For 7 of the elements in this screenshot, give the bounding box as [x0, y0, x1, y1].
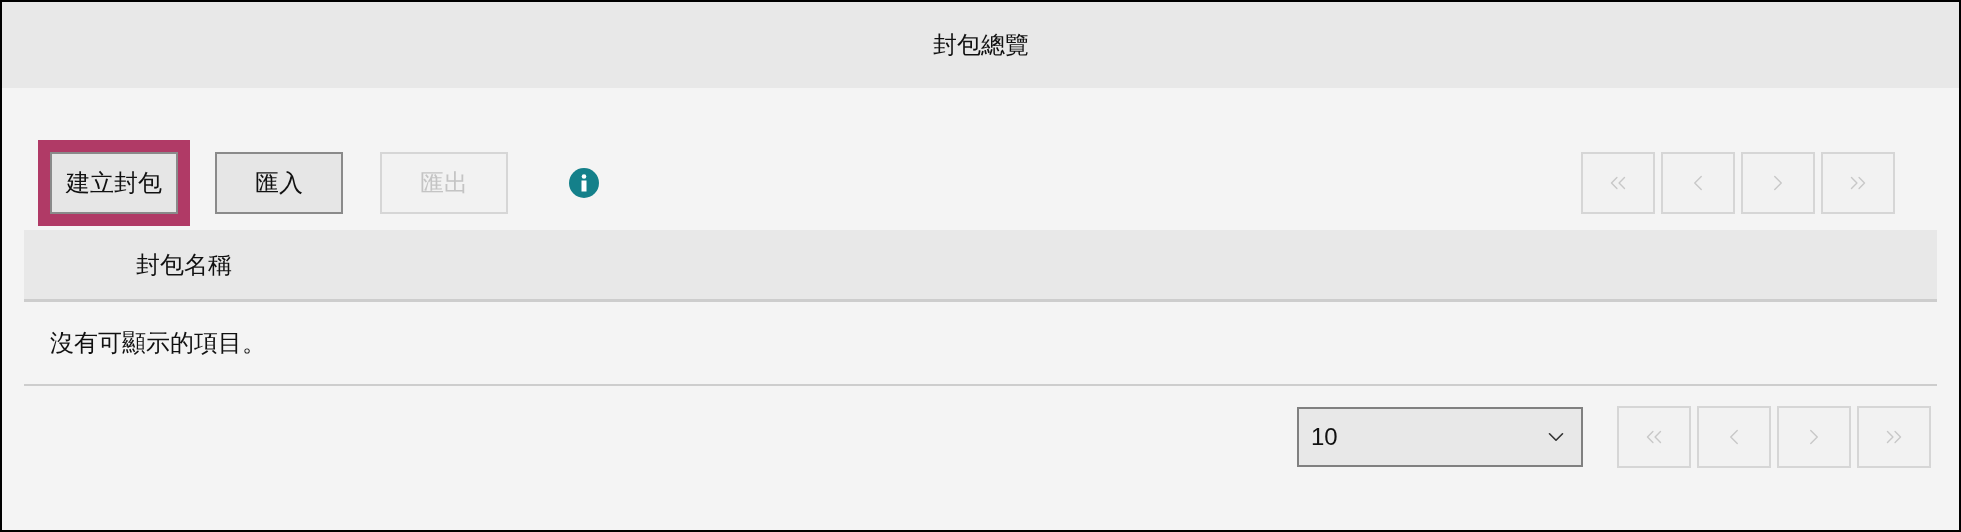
column-header: 封包名稱	[136, 249, 232, 280]
info-icon	[569, 168, 599, 198]
toolbar-button[interactable]: 建立封包	[50, 152, 178, 214]
window-title: 封包總覽	[932, 30, 1029, 60]
page-size-select[interactable]: 10	[1297, 407, 1583, 467]
empty-message: 沒有可顯示的項目。	[50, 328, 266, 358]
toolbar-button[interactable]: 匯入	[215, 152, 343, 214]
